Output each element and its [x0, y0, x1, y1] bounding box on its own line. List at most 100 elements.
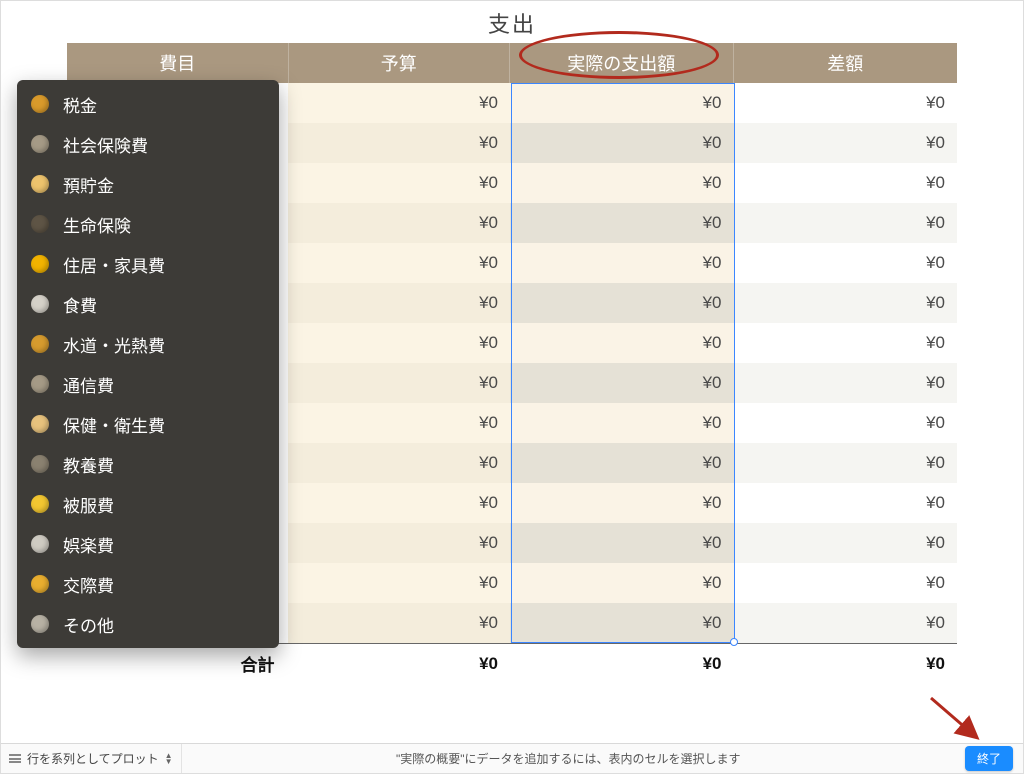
- page-title: 支出: [1, 1, 1023, 43]
- cell-value[interactable]: ¥0: [510, 483, 734, 523]
- cell-value[interactable]: ¥0: [734, 563, 958, 603]
- cell-value[interactable]: ¥0: [510, 83, 734, 123]
- col-header-actual[interactable]: 実際の支出額: [510, 43, 734, 83]
- category-item[interactable]: 保健・衛生費: [17, 404, 279, 444]
- color-swatch: [31, 495, 49, 513]
- cell-value[interactable]: ¥0: [510, 403, 734, 443]
- cell-value[interactable]: ¥0: [288, 523, 510, 563]
- category-label: 通信費: [63, 372, 114, 397]
- color-swatch: [31, 95, 49, 113]
- totals-actual: ¥0: [510, 644, 734, 683]
- category-label: 娯楽費: [63, 532, 114, 557]
- category-label: 被服費: [63, 492, 114, 517]
- color-swatch: [31, 615, 49, 633]
- cell-value[interactable]: ¥0: [734, 323, 958, 363]
- cell-value[interactable]: ¥0: [510, 323, 734, 363]
- category-item[interactable]: その他: [17, 604, 279, 644]
- color-swatch: [31, 575, 49, 593]
- cell-value[interactable]: ¥0: [734, 443, 958, 483]
- cell-value[interactable]: ¥0: [734, 283, 958, 323]
- cell-value[interactable]: ¥0: [510, 363, 734, 403]
- totals-diff: ¥0: [734, 644, 958, 683]
- category-item[interactable]: 水道・光熱費: [17, 324, 279, 364]
- cell-value[interactable]: ¥0: [288, 283, 510, 323]
- category-label: 生命保険: [63, 212, 131, 237]
- color-swatch: [31, 455, 49, 473]
- cell-value[interactable]: ¥0: [288, 403, 510, 443]
- category-item[interactable]: 娯楽費: [17, 524, 279, 564]
- category-item[interactable]: 生命保険: [17, 204, 279, 244]
- annotation-arrow: [929, 696, 981, 742]
- cell-value[interactable]: ¥0: [734, 603, 958, 643]
- cell-value[interactable]: ¥0: [510, 603, 734, 643]
- cell-value[interactable]: ¥0: [510, 563, 734, 603]
- col-header-item[interactable]: 費目: [67, 43, 289, 83]
- cell-value[interactable]: ¥0: [288, 323, 510, 363]
- category-item[interactable]: 被服費: [17, 484, 279, 524]
- cell-value[interactable]: ¥0: [288, 443, 510, 483]
- color-swatch: [31, 255, 49, 273]
- cell-value[interactable]: ¥0: [288, 123, 510, 163]
- category-label: 預貯金: [63, 172, 114, 197]
- category-label: その他: [63, 612, 114, 637]
- color-swatch: [31, 215, 49, 233]
- cell-value[interactable]: ¥0: [288, 363, 510, 403]
- cell-value[interactable]: ¥0: [510, 203, 734, 243]
- table-total-row: 合計 ¥0 ¥0 ¥0: [67, 643, 957, 683]
- category-item[interactable]: 税金: [17, 84, 279, 124]
- cell-value[interactable]: ¥0: [510, 523, 734, 563]
- stepper-icon: ▲▼: [165, 753, 173, 765]
- plot-series-label: 行を系列としてプロット: [27, 750, 159, 767]
- category-label: 保健・衛生費: [63, 412, 165, 437]
- category-item[interactable]: 交際費: [17, 564, 279, 604]
- cell-value[interactable]: ¥0: [288, 483, 510, 523]
- cell-value[interactable]: ¥0: [288, 603, 510, 643]
- cell-value[interactable]: ¥0: [734, 483, 958, 523]
- cell-value[interactable]: ¥0: [288, 203, 510, 243]
- category-label: 税金: [63, 92, 97, 117]
- cell-value[interactable]: ¥0: [734, 83, 958, 123]
- cell-value[interactable]: ¥0: [510, 283, 734, 323]
- category-panel: 税金社会保険費預貯金生命保険住居・家具費食費水道・光熱費通信費保健・衛生費教養費…: [17, 80, 279, 648]
- cell-value[interactable]: ¥0: [288, 83, 510, 123]
- category-item[interactable]: 食費: [17, 284, 279, 324]
- table-header-row: 費目 予算 実際の支出額 差額: [67, 43, 957, 83]
- col-header-budget[interactable]: 予算: [289, 43, 511, 83]
- cell-value[interactable]: ¥0: [734, 203, 958, 243]
- category-item[interactable]: 教養費: [17, 444, 279, 484]
- col-header-diff[interactable]: 差額: [734, 43, 958, 83]
- color-swatch: [31, 375, 49, 393]
- category-item[interactable]: 社会保険費: [17, 124, 279, 164]
- color-swatch: [31, 135, 49, 153]
- category-label: 住居・家具費: [63, 252, 165, 277]
- totals-label: 合計: [67, 644, 289, 683]
- toolbar-hint: "実際の概要"にデータを追加するには、表内のセルを選択します: [182, 750, 955, 767]
- category-label: 社会保険費: [63, 132, 148, 157]
- color-swatch: [31, 175, 49, 193]
- list-icon: [9, 753, 21, 765]
- cell-value[interactable]: ¥0: [288, 243, 510, 283]
- category-label: 教養費: [63, 452, 114, 477]
- cell-value[interactable]: ¥0: [734, 243, 958, 283]
- cell-value[interactable]: ¥0: [734, 123, 958, 163]
- cell-value[interactable]: ¥0: [510, 243, 734, 283]
- cell-value[interactable]: ¥0: [288, 563, 510, 603]
- color-swatch: [31, 295, 49, 313]
- category-item[interactable]: 住居・家具費: [17, 244, 279, 284]
- color-swatch: [31, 335, 49, 353]
- cell-value[interactable]: ¥0: [734, 403, 958, 443]
- category-label: 交際費: [63, 572, 114, 597]
- cell-value[interactable]: ¥0: [510, 163, 734, 203]
- plot-series-dropdown[interactable]: 行を系列としてプロット ▲▼: [1, 744, 182, 773]
- done-button[interactable]: 終了: [965, 746, 1013, 771]
- category-item[interactable]: 預貯金: [17, 164, 279, 204]
- color-swatch: [31, 535, 49, 553]
- category-label: 水道・光熱費: [63, 332, 165, 357]
- cell-value[interactable]: ¥0: [734, 523, 958, 563]
- cell-value[interactable]: ¥0: [510, 443, 734, 483]
- cell-value[interactable]: ¥0: [288, 163, 510, 203]
- cell-value[interactable]: ¥0: [734, 163, 958, 203]
- cell-value[interactable]: ¥0: [510, 123, 734, 163]
- cell-value[interactable]: ¥0: [734, 363, 958, 403]
- category-item[interactable]: 通信費: [17, 364, 279, 404]
